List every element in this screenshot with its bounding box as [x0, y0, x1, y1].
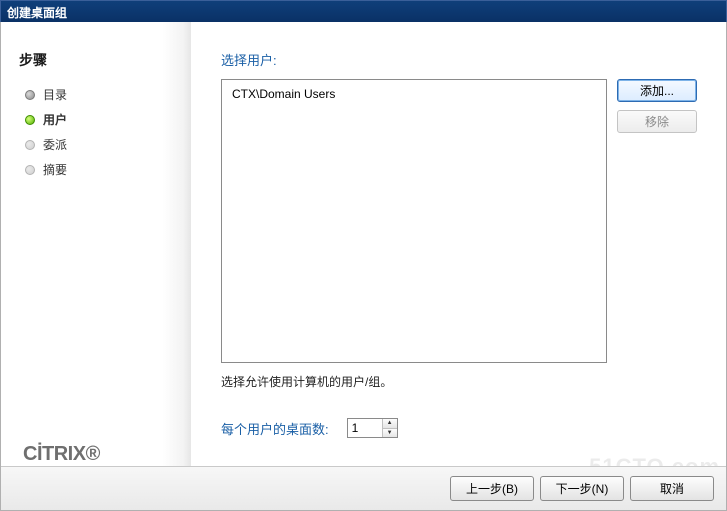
desktops-per-user-stepper[interactable]: ▲ ▼ — [347, 418, 398, 438]
step-bullet-icon — [25, 140, 35, 150]
step-label: 委派 — [43, 136, 67, 153]
stepper-up-icon[interactable]: ▲ — [383, 419, 397, 428]
wizard-sidebar: 步骤 目录 用户 委派 摘要 CİTRIX® — [1, 22, 191, 510]
step-users[interactable]: 用户 — [11, 107, 191, 132]
user-list[interactable]: CTX\Domain Users — [221, 79, 607, 363]
step-label: 用户 — [43, 111, 67, 128]
step-label: 目录 — [43, 86, 67, 103]
step-bullet-icon — [25, 90, 35, 100]
remove-button: 移除 — [617, 110, 697, 133]
step-catalog[interactable]: 目录 — [11, 82, 191, 107]
wizard-main-panel: 选择用户: CTX\Domain Users 添加... 移除 选择允许使用计算… — [191, 22, 726, 466]
list-item[interactable]: CTX\Domain Users — [230, 86, 598, 102]
step-bullet-icon — [25, 165, 35, 175]
window-body: 步骤 目录 用户 委派 摘要 CİTRIX® 选择用户: CTX\Domain … — [0, 22, 727, 511]
window-title: 创建桌面组 — [7, 6, 67, 20]
step-delegation[interactable]: 委派 — [11, 132, 191, 157]
help-text: 选择允许使用计算机的用户/组。 — [221, 373, 708, 390]
step-label: 摘要 — [43, 161, 67, 178]
desktops-per-user-input[interactable] — [348, 419, 382, 437]
stepper-down-icon[interactable]: ▼ — [383, 428, 397, 437]
wizard-footer: 上一步(B) 下一步(N) 取消 — [1, 466, 726, 510]
steps-heading: 步骤 — [19, 50, 191, 70]
citrix-logo: CİTRIX® — [23, 443, 100, 466]
desktops-per-user-label: 每个用户的桌面数: — [221, 419, 329, 438]
cancel-button[interactable]: 取消 — [630, 476, 714, 501]
select-users-label: 选择用户: — [221, 50, 708, 69]
add-button[interactable]: 添加... — [617, 79, 697, 102]
back-button[interactable]: 上一步(B) — [450, 476, 534, 501]
step-bullet-icon — [25, 115, 35, 125]
window-titlebar: 创建桌面组 — [0, 0, 727, 22]
next-button[interactable]: 下一步(N) — [540, 476, 624, 501]
step-summary[interactable]: 摘要 — [11, 157, 191, 182]
